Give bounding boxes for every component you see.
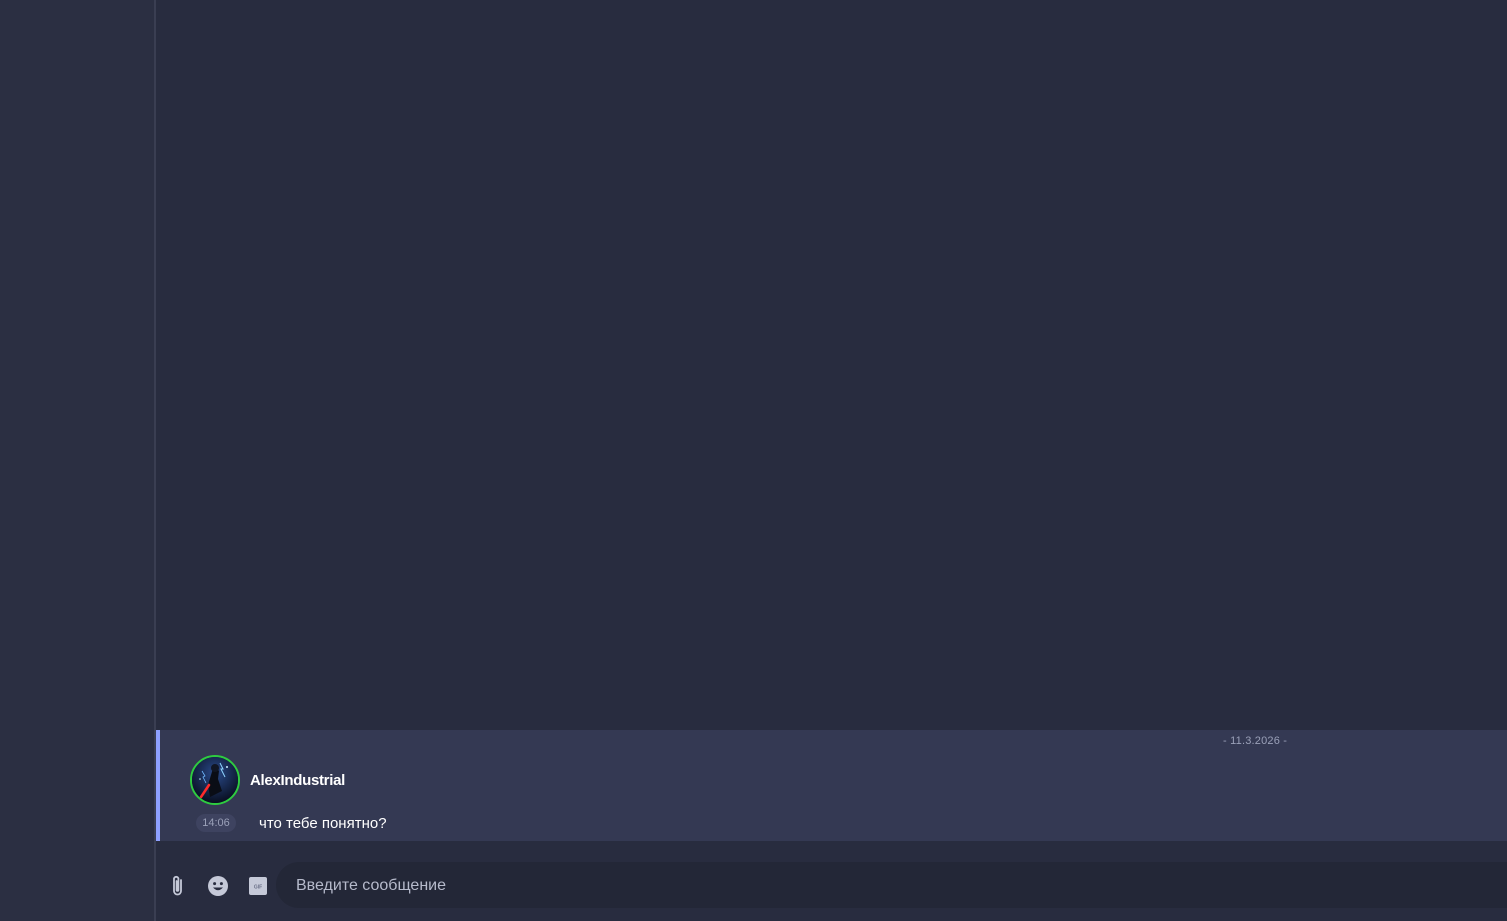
avatar-image <box>192 757 238 803</box>
message-text: что тебе понятно? <box>259 815 387 832</box>
gif-icon[interactable]: GIF <box>246 874 270 898</box>
message-input-container <box>276 862 1507 910</box>
svg-text:GIF: GIF <box>254 885 262 891</box>
sidebar <box>0 0 156 921</box>
message-input[interactable] <box>294 862 1498 910</box>
avatar[interactable] <box>190 755 240 805</box>
message-item[interactable]: - 11.3.2026 - AlexIndustrial 14:06 что т… <box>156 730 1507 841</box>
emoji-icon[interactable] <box>206 874 230 898</box>
date-divider: - 11.3.2026 - <box>1223 735 1288 747</box>
message-list[interactable]: - 11.3.2026 - AlexIndustrial 14:06 что т… <box>156 0 1507 841</box>
paperclip-icon[interactable] <box>166 874 190 898</box>
message-composer: GIF <box>156 841 1507 921</box>
message-timestamp: 14:06 <box>196 814 236 832</box>
chat-main: - 11.3.2026 - AlexIndustrial 14:06 что т… <box>156 0 1507 921</box>
message-author[interactable]: AlexIndustrial <box>250 772 345 789</box>
